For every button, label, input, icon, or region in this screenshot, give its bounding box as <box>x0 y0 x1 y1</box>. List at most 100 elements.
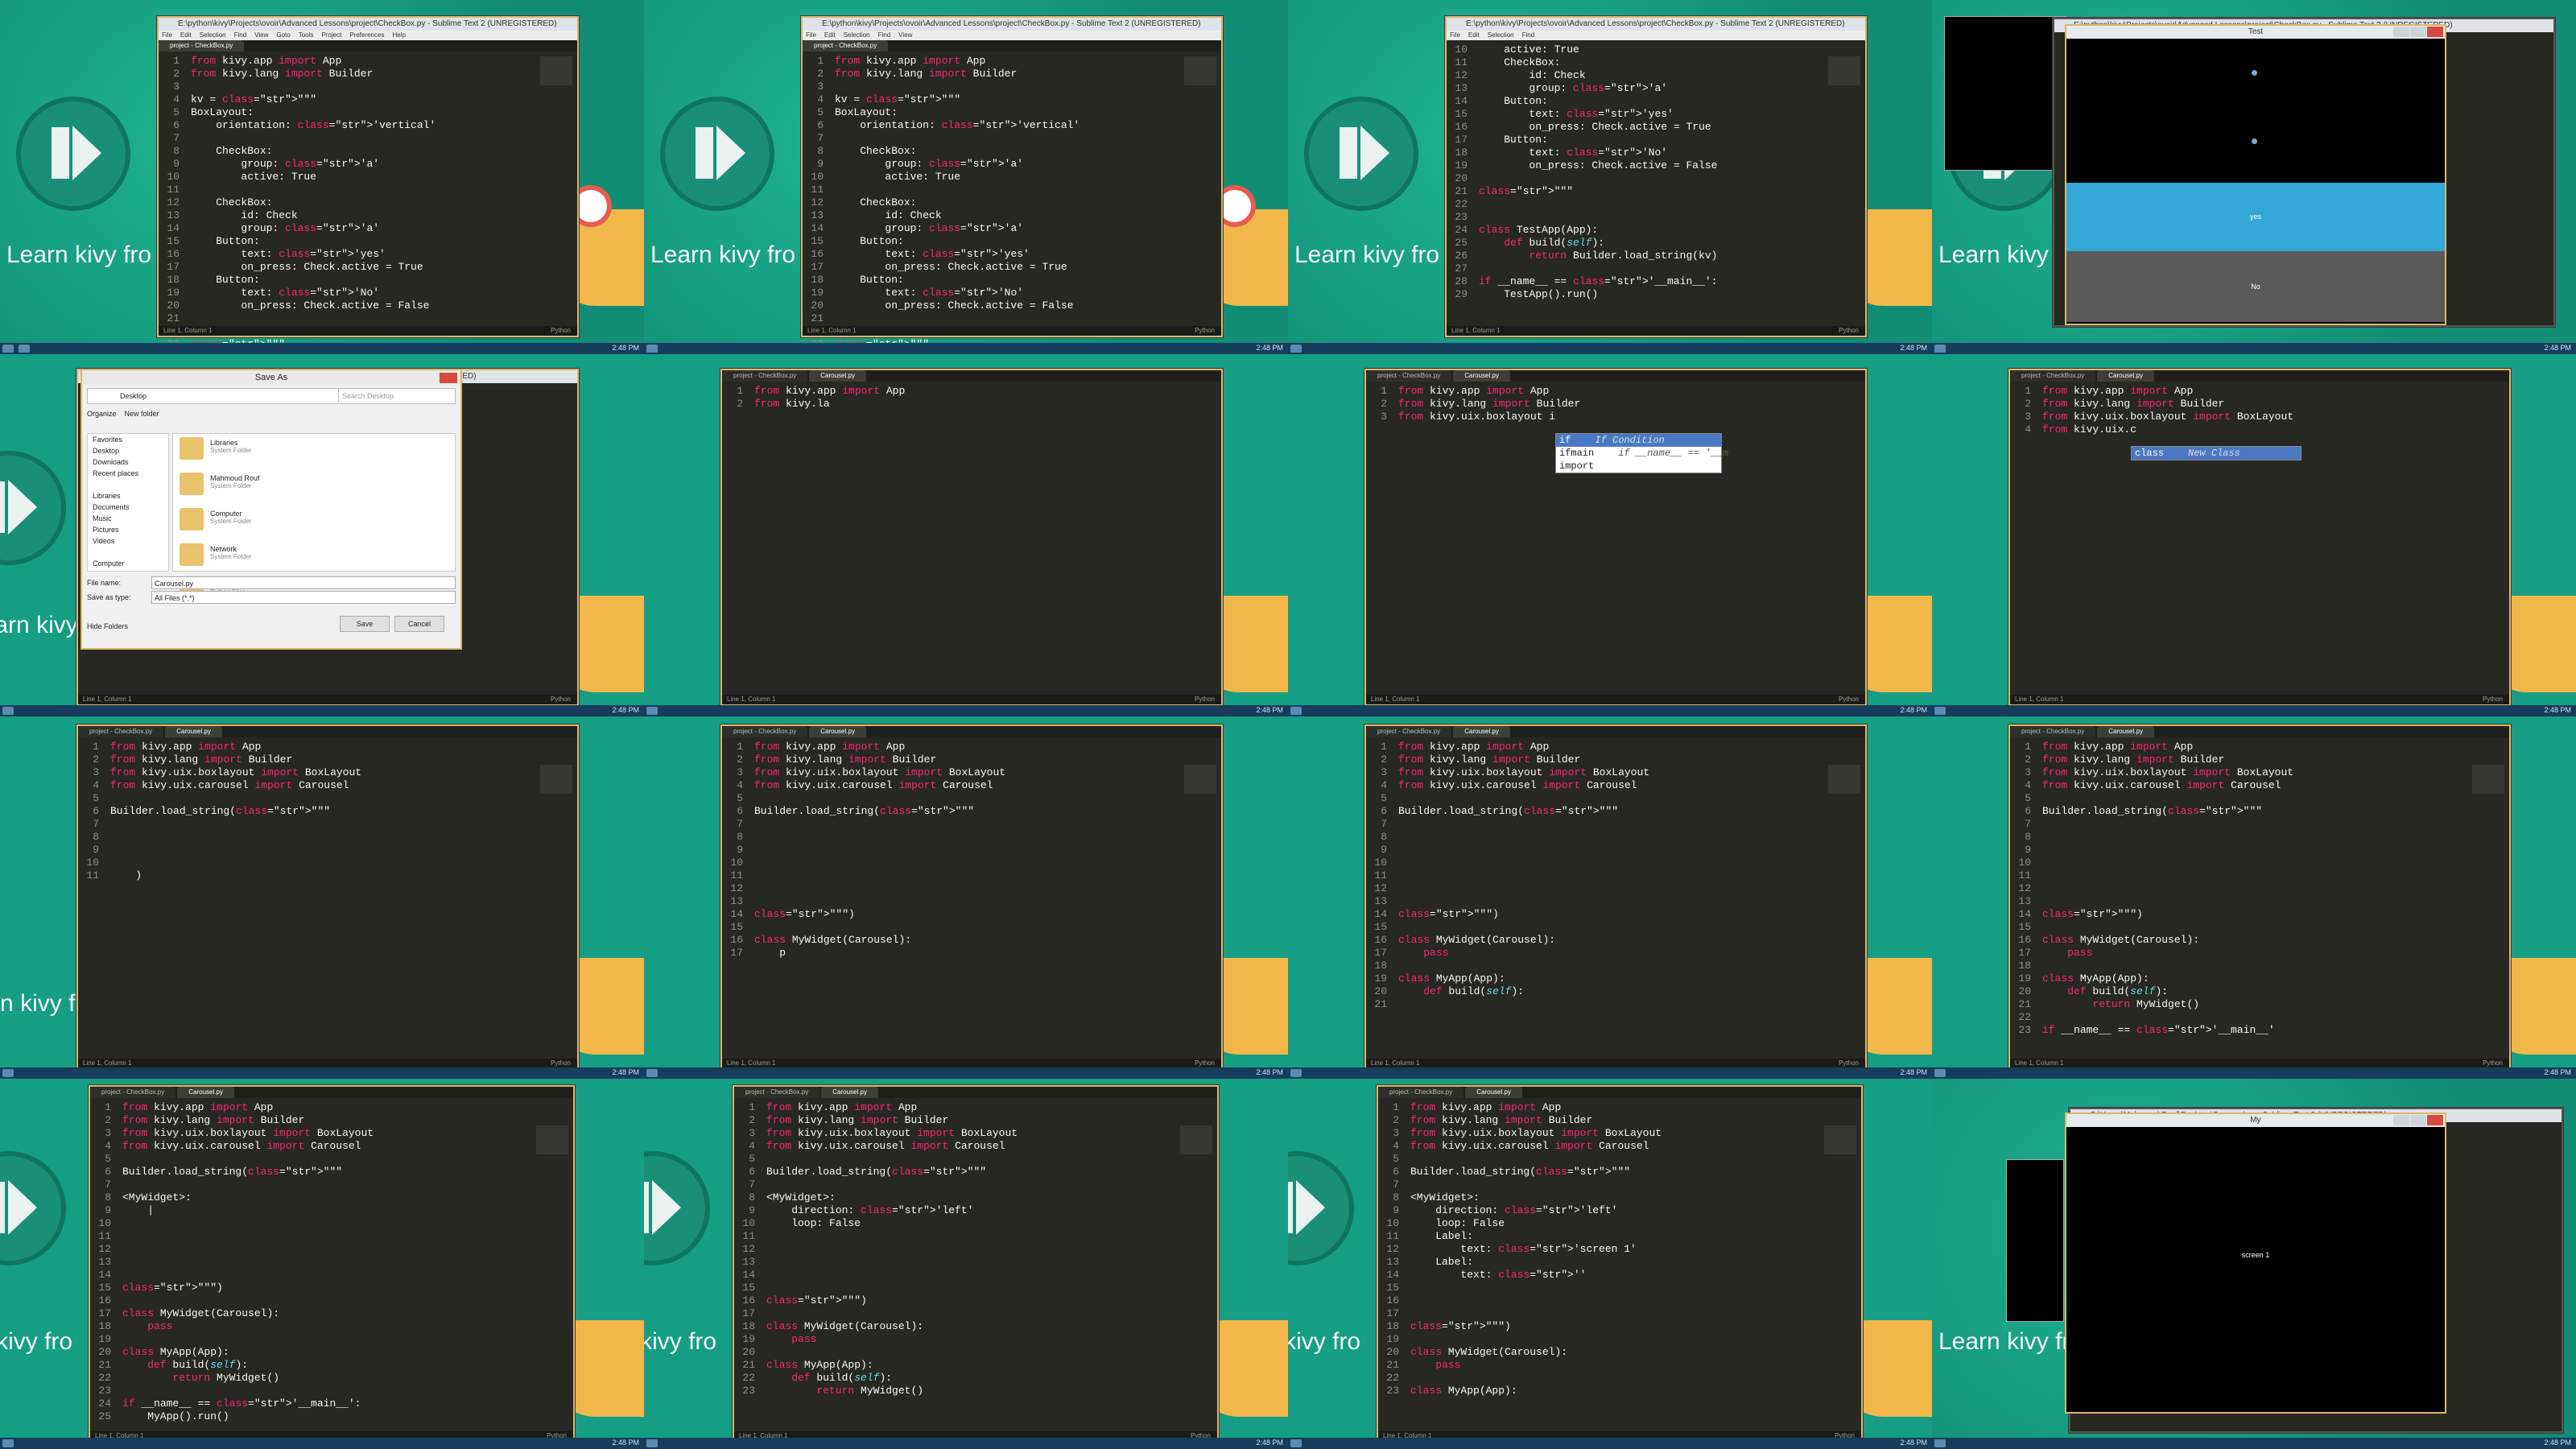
menu-selection[interactable]: Selection <box>844 31 870 39</box>
file-item[interactable]: Libraries System Folder <box>173 434 455 469</box>
code-area[interactable]: 1 from kivy.app import App 2 from kivy.lang… <box>2010 737 2509 1037</box>
tab-carousel[interactable]: Carousel.py <box>2097 370 2154 382</box>
start-button[interactable] <box>1290 1439 1302 1447</box>
menu-project[interactable]: Project <box>321 31 341 39</box>
minimap[interactable] <box>1828 56 1860 85</box>
menu-find[interactable]: Find <box>234 31 247 39</box>
nav-item[interactable]: Libraries <box>88 490 168 502</box>
code-area[interactable]: 1 from kivy.app import App 2 from kivy.lang… <box>1366 737 1865 1011</box>
code-area[interactable]: 1 from kivy.app import App 2 from kivy.lang… <box>78 737 577 882</box>
code-area[interactable]: 1 from kivy.app import App 2 from kivy.lang… <box>90 1098 573 1423</box>
code-area[interactable]: 1 from kivy.app import App 2 from kivy.lang… <box>722 737 1221 960</box>
tab-checkbox[interactable]: project - CheckBox.py <box>722 370 808 382</box>
minimap[interactable] <box>1180 1125 1212 1154</box>
menu-goto[interactable]: Goto <box>276 31 290 39</box>
menu-file[interactable]: File <box>1450 31 1460 39</box>
code-area[interactable]: 1 from kivy.app import App 2 from kivy.lang… <box>2010 382 2509 436</box>
save-button[interactable]: Save <box>340 616 390 632</box>
nav-item[interactable]: Computer <box>88 558 168 569</box>
start-button[interactable] <box>2 1439 14 1447</box>
file-item[interactable]: Mahmoud Rouf System Folder <box>173 469 455 505</box>
organize-button[interactable]: Organize <box>87 410 117 418</box>
nav-item[interactable]: Desktop <box>88 445 168 456</box>
start-button[interactable] <box>646 345 658 353</box>
address-bar[interactable]: Desktop Search Desktop <box>87 388 456 404</box>
minimap[interactable] <box>1184 765 1216 794</box>
start-button[interactable] <box>646 707 658 715</box>
cancel-button[interactable]: Cancel <box>394 616 444 632</box>
start-button[interactable] <box>1934 345 1946 353</box>
start-button[interactable] <box>1934 707 1946 715</box>
tab-carousel[interactable]: Carousel.py <box>177 1087 234 1098</box>
nav-item[interactable]: Documents <box>88 502 168 513</box>
tab-checkbox[interactable]: project - CheckBox.py <box>1378 1087 1464 1098</box>
tab-checkbox[interactable]: project - CheckBox.py <box>803 40 889 52</box>
maximize-button[interactable] <box>2410 27 2426 37</box>
menu-edit[interactable]: Edit <box>1468 31 1480 39</box>
code-area[interactable]: 1 from kivy.app import App 2 from kivy.lang… <box>1366 382 1865 423</box>
start-button[interactable] <box>2 707 14 715</box>
tab-carousel[interactable]: Carousel.py <box>1453 726 1510 737</box>
tab-carousel[interactable]: Carousel.py <box>1465 1087 1522 1098</box>
checkbox-2[interactable] <box>2252 138 2257 144</box>
menu-selection[interactable]: Selection <box>1488 31 1514 39</box>
menu-edit[interactable]: Edit <box>180 31 192 39</box>
hide-folders-toggle[interactable]: Hide Folders <box>87 622 128 630</box>
minimap[interactable] <box>1828 765 1860 794</box>
file-item[interactable]: Computer System Folder <box>173 505 455 540</box>
tab-checkbox[interactable]: project - CheckBox.py <box>1366 726 1452 737</box>
tab-carousel[interactable]: Carousel.py <box>809 726 866 737</box>
tab-carousel[interactable]: Carousel.py <box>1453 370 1510 382</box>
start-button[interactable] <box>646 1069 658 1077</box>
nav-item[interactable]: Downloads <box>88 456 168 468</box>
autocomplete-item[interactable]: ifmain if __name__ == '__m <box>1556 447 1728 460</box>
code-area[interactable]: 10 active: True 11 CheckBox: 12 id: Check 1… <box>1447 40 1865 301</box>
tab-carousel[interactable]: Carousel.py <box>2097 726 2154 737</box>
tab-checkbox[interactable]: project - CheckBox.py <box>2010 370 2096 382</box>
menu-file[interactable]: File <box>162 31 172 39</box>
start-button[interactable] <box>1934 1439 1946 1447</box>
tab-carousel[interactable]: Carousel.py <box>165 726 222 737</box>
minimap[interactable] <box>2472 765 2504 794</box>
minimap[interactable] <box>540 56 572 85</box>
nav-item[interactable]: Pictures <box>88 524 168 535</box>
new-folder-button[interactable]: New folder <box>125 410 159 418</box>
start-button[interactable] <box>2 1069 14 1077</box>
file-name-input[interactable]: Carousel.py <box>151 576 456 589</box>
tab-checkbox[interactable]: project - CheckBox.py <box>90 1087 176 1098</box>
maximize-button[interactable] <box>2410 1115 2426 1125</box>
tab-carousel[interactable]: Carousel.py <box>809 370 866 382</box>
autocomplete-item[interactable]: class New Class <box>2132 447 2301 460</box>
tab-checkbox[interactable]: project - CheckBox.py <box>159 40 245 52</box>
save-type-select[interactable]: All Files (*.*) <box>151 591 456 604</box>
code-area[interactable]: 1 from kivy.app import App 2 from kivy.lang… <box>159 52 577 351</box>
menu-file[interactable]: File <box>806 31 816 39</box>
minimize-button[interactable] <box>2393 27 2409 37</box>
start-button[interactable] <box>2 345 14 353</box>
start-button[interactable] <box>1290 345 1302 353</box>
autocomplete-item[interactable]: if If Condition <box>1556 434 1721 447</box>
tab-checkbox[interactable]: project - CheckBox.py <box>734 1087 820 1098</box>
start-button[interactable] <box>646 1439 658 1447</box>
menu-tools[interactable]: Tools <box>299 31 314 39</box>
nav-item[interactable]: Favorites <box>88 434 168 445</box>
taskbar-app[interactable] <box>19 345 30 353</box>
tab-checkbox[interactable]: project - CheckBox.py <box>2010 726 2096 737</box>
tab-checkbox[interactable]: project - CheckBox.py <box>1366 370 1452 382</box>
menu-preferences[interactable]: Preferences <box>349 31 384 39</box>
minimap[interactable] <box>536 1125 568 1154</box>
menu-find[interactable]: Find <box>878 31 891 39</box>
no-button[interactable]: No <box>2066 251 2445 322</box>
code-area[interactable]: 1 from kivy.app import App 2 from kivy.lang… <box>734 1098 1217 1397</box>
yes-button[interactable]: yes <box>2066 183 2445 251</box>
menu-edit[interactable]: Edit <box>824 31 836 39</box>
menu-view[interactable]: View <box>254 31 268 39</box>
checkbox-1[interactable] <box>2252 70 2257 76</box>
menu-selection[interactable]: Selection <box>200 31 226 39</box>
minimap[interactable] <box>540 765 572 794</box>
close-button[interactable] <box>440 373 457 383</box>
tab-carousel[interactable]: Carousel.py <box>821 1087 878 1098</box>
autocomplete-item[interactable]: import <box>1556 460 1721 473</box>
nav-item[interactable]: Videos <box>88 535 168 547</box>
tab-checkbox[interactable]: project - CheckBox.py <box>722 726 808 737</box>
